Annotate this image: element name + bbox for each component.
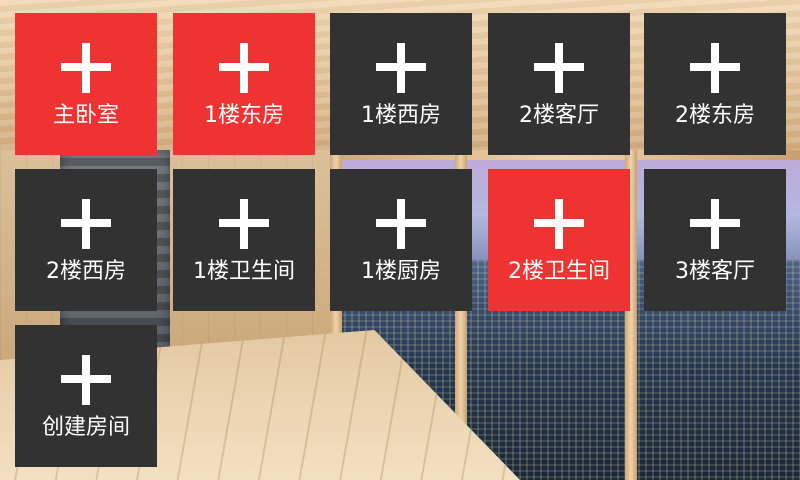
room-tile-2f-living[interactable]: 2楼客厅 <box>488 13 630 155</box>
room-tile-3f-living[interactable]: 3楼客厅 <box>644 169 786 311</box>
room-tile-label: 1楼东房 <box>204 103 284 128</box>
plus-icon <box>61 199 111 249</box>
room-tile-1f-kitchen[interactable]: 1楼厨房 <box>330 169 472 311</box>
room-tile-label: 1楼卫生间 <box>193 259 295 284</box>
room-tile-label: 1楼西房 <box>361 103 441 128</box>
room-tile-label: 2楼西房 <box>46 259 126 284</box>
room-tile-2f-east[interactable]: 2楼东房 <box>644 13 786 155</box>
plus-icon <box>690 43 740 93</box>
plus-icon <box>690 199 740 249</box>
room-tile-1f-west[interactable]: 1楼西房 <box>330 13 472 155</box>
room-tile-label: 3楼客厅 <box>675 259 755 284</box>
create-room-label: 创建房间 <box>41 415 130 440</box>
room-tile-label: 主卧室 <box>52 103 119 128</box>
room-tile-label: 1楼厨房 <box>361 259 441 284</box>
room-tile-2f-west[interactable]: 2楼西房 <box>15 169 157 311</box>
room-tile-master-bedroom[interactable]: 主卧室 <box>15 13 157 155</box>
plus-icon <box>219 43 269 93</box>
room-tile-label: 2楼卫生间 <box>508 259 610 284</box>
room-tile-label: 2楼客厅 <box>519 103 599 128</box>
plus-icon <box>61 355 111 405</box>
plus-icon <box>534 199 584 249</box>
room-tile-1f-bathroom[interactable]: 1楼卫生间 <box>173 169 315 311</box>
plus-icon <box>376 43 426 93</box>
plus-icon <box>219 199 269 249</box>
room-tile-2f-bathroom[interactable]: 2楼卫生间 <box>488 169 630 311</box>
room-tile-1f-east[interactable]: 1楼东房 <box>173 13 315 155</box>
room-tile-label: 2楼东房 <box>675 103 755 128</box>
create-room-button[interactable]: 创建房间 <box>15 325 157 467</box>
plus-icon <box>534 43 584 93</box>
plus-icon <box>376 199 426 249</box>
plus-icon <box>61 43 111 93</box>
